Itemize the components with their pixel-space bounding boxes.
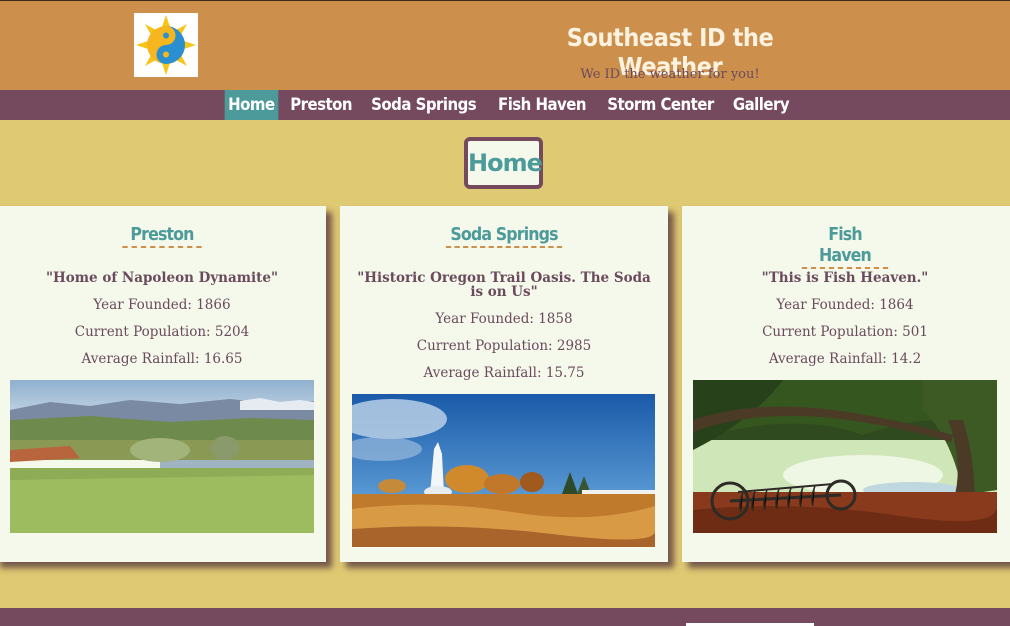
town-founded-fish-haven: Year Founded: 1864 — [776, 297, 914, 313]
site-header: Southeast ID the Weather We ID the weath… — [0, 0, 1010, 90]
soda-springs-photo — [352, 394, 655, 547]
nav-gallery[interactable]: Gallery — [729, 90, 792, 120]
preston-photo — [10, 380, 314, 533]
town-population-preston: Current Population: 5204 — [74, 324, 250, 340]
town-title-preston[interactable]: Preston — [122, 224, 202, 248]
town-title-soda-springs[interactable]: Soda Springs — [445, 224, 563, 248]
town-population-fish-haven: Current Population: 501 — [762, 324, 928, 340]
town-motto-soda-springs: "Historic Oregon Trail Oasis. The Soda i… — [357, 270, 651, 300]
town-population-soda-springs: Current Population: 2985 — [416, 338, 592, 354]
town-motto-fish-haven: "This is Fish Heaven." — [761, 270, 929, 286]
site-logo[interactable] — [134, 13, 198, 77]
nav-storm-center[interactable]: Storm Center — [603, 90, 717, 120]
page-title: Home — [464, 137, 543, 189]
town-rainfall-fish-haven: Average Rainfall: 14.2 — [768, 351, 922, 367]
nav-preston[interactable]: Preston — [287, 90, 356, 120]
town-rainfall-soda-springs: Average Rainfall: 15.75 — [423, 365, 585, 381]
site-tagline: We ID the weather for you! — [580, 67, 760, 82]
sun-yin-yang-icon — [136, 15, 196, 75]
town-rainfall-preston: Average Rainfall: 16.65 — [81, 351, 243, 367]
town-founded-soda-springs: Year Founded: 1858 — [435, 311, 573, 327]
town-motto-preston: "Home of Napoleon Dynamite" — [45, 270, 279, 286]
town-title-fish-haven[interactable]: Fish Haven — [801, 224, 889, 269]
main-nav: Home Preston Soda Springs Fish Haven Sto… — [0, 90, 1010, 120]
town-founded-preston: Year Founded: 1866 — [93, 297, 231, 313]
site-footer — [0, 608, 1010, 626]
nav-home[interactable]: Home — [225, 90, 279, 120]
nav-soda-springs[interactable]: Soda Springs — [368, 90, 480, 120]
nav-fish-haven[interactable]: Fish Haven — [494, 90, 589, 120]
fish-haven-photo — [693, 380, 997, 533]
